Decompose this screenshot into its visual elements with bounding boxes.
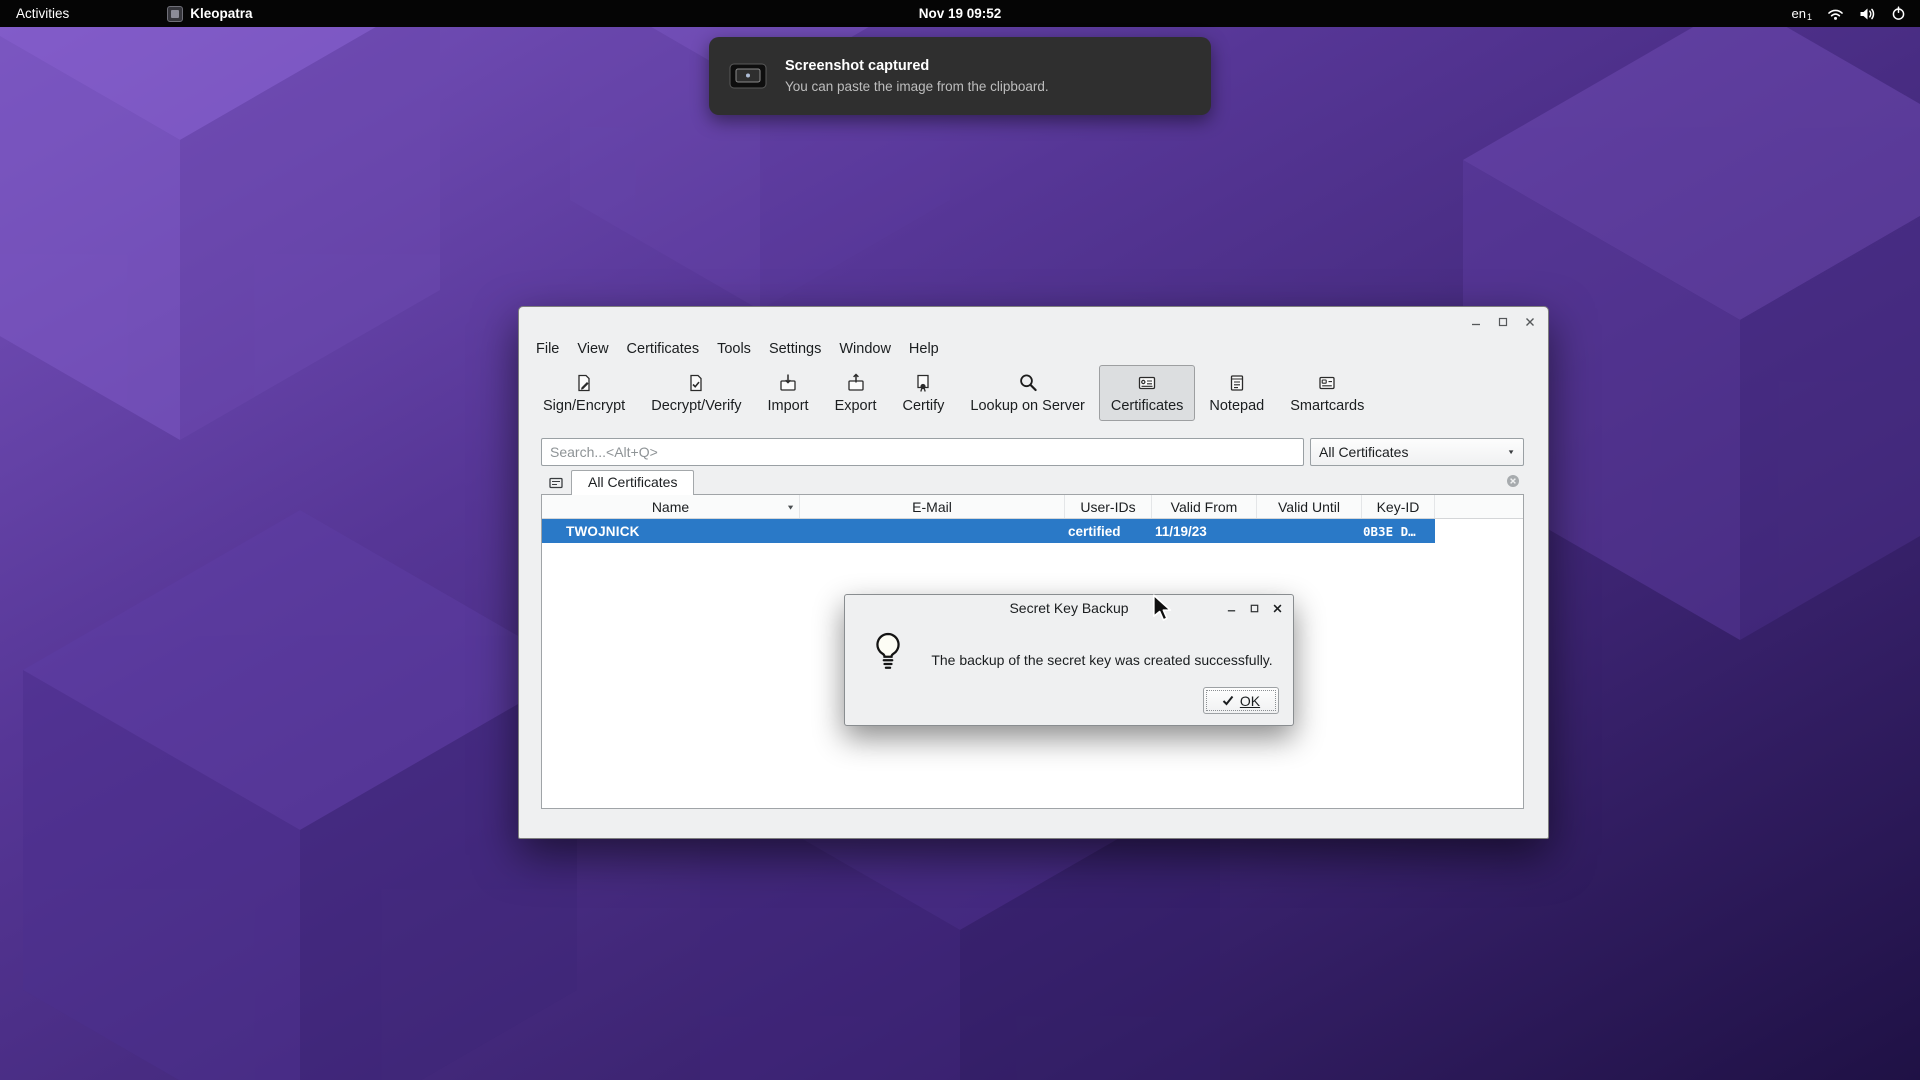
tab-bar-icon — [548, 475, 564, 491]
toolbar-label: Sign/Encrypt — [543, 398, 625, 414]
decrypt-verify-icon — [686, 373, 706, 393]
certificate-filter-select[interactable]: All Certificates ▼ — [1310, 438, 1524, 466]
menu-settings[interactable]: Settings — [760, 337, 830, 361]
search-row: All Certificates ▼ — [541, 438, 1524, 466]
notification-toast[interactable]: Screenshot captured You can paste the im… — [709, 37, 1211, 115]
lookup-search-icon — [1018, 373, 1038, 393]
dialog-message: The backup of the secret key was created… — [921, 652, 1283, 668]
export-icon — [846, 373, 866, 393]
kleopatra-window: File View Certificates Tools Settings Wi… — [518, 306, 1549, 839]
kleopatra-app-icon — [167, 6, 183, 22]
column-header-email[interactable]: E-Mail — [800, 495, 1065, 518]
search-input[interactable] — [541, 438, 1304, 466]
tab-all-certificates[interactable]: All Certificates — [571, 470, 694, 495]
desktop: { "colors": { "selection_blue": "#2a79c7… — [0, 0, 1920, 1080]
cell-valid-from: 11/19/23 — [1152, 519, 1257, 543]
cell-key-id: 0B3E D… — [1362, 519, 1435, 543]
dialog-titlebar[interactable]: Secret Key Backup — [845, 595, 1293, 622]
toolbar-label: Smartcards — [1290, 398, 1364, 414]
notepad-icon — [1227, 373, 1247, 393]
toolbar-label: Certificates — [1111, 398, 1184, 414]
tab-options-button[interactable] — [545, 472, 567, 493]
cell-valid-until — [1257, 519, 1362, 543]
notification-title: Screenshot captured — [785, 58, 1049, 74]
menu-view[interactable]: View — [568, 337, 617, 361]
menu-bar: File View Certificates Tools Settings Wi… — [527, 337, 948, 361]
activities-button[interactable]: Activities — [0, 0, 85, 27]
close-tab-button[interactable] — [1506, 474, 1520, 493]
cell-user-ids: certified — [1065, 519, 1152, 543]
toolbar-label: Certify — [902, 398, 944, 414]
toolbar-sign-encrypt[interactable]: Sign/Encrypt — [531, 365, 637, 421]
toolbar-label: Import — [767, 398, 808, 414]
column-header-user-ids[interactable]: User-IDs — [1065, 495, 1152, 518]
notification-text: Screenshot captured You can paste the im… — [785, 58, 1049, 94]
ok-button-label: OK — [1240, 693, 1260, 709]
focused-app-name: Kleopatra — [190, 6, 252, 21]
toolbar: Sign/Encrypt Decrypt/Verify Import Expor… — [531, 365, 1376, 421]
toolbar-label: Lookup on Server — [970, 398, 1084, 414]
keyboard-layout-indicator[interactable]: en1 — [1792, 6, 1812, 22]
focused-app-indicator[interactable]: Kleopatra — [157, 6, 262, 22]
dialog-controls — [1226, 603, 1283, 614]
check-icon — [1222, 695, 1234, 706]
dialog-minimize-icon[interactable] — [1226, 603, 1237, 614]
tab-bar: All Certificates — [541, 470, 1524, 495]
column-header-key-id[interactable]: Key-ID — [1362, 495, 1435, 518]
dialog-close-icon[interactable] — [1272, 603, 1283, 614]
lightbulb-icon — [873, 632, 903, 676]
toolbar-label: Notepad — [1209, 398, 1264, 414]
sort-descending-icon: ▼ — [786, 503, 795, 511]
volume-icon — [1859, 7, 1876, 21]
toolbar-smartcards[interactable]: Smartcards — [1278, 365, 1376, 421]
certify-icon — [913, 373, 933, 393]
screenshot-icon — [729, 61, 767, 91]
window-controls — [1470, 316, 1536, 328]
secret-key-backup-dialog: Secret Key Backup The backup of the secr… — [844, 594, 1294, 726]
ok-button[interactable]: OK — [1203, 687, 1279, 714]
maximize-icon[interactable] — [1497, 316, 1509, 328]
close-icon[interactable] — [1524, 316, 1536, 328]
import-icon — [778, 373, 798, 393]
column-header-name[interactable]: Name ▼ — [542, 495, 800, 518]
close-tab-icon — [1506, 474, 1520, 488]
menu-file[interactable]: File — [527, 337, 568, 361]
column-header-valid-from[interactable]: Valid From — [1152, 495, 1257, 518]
toolbar-export[interactable]: Export — [823, 365, 889, 421]
table-header: Name ▼ E-Mail User-IDs Valid From Valid … — [542, 495, 1523, 519]
cell-email — [800, 519, 1065, 543]
toolbar-decrypt-verify[interactable]: Decrypt/Verify — [639, 365, 753, 421]
toolbar-lookup-on-server[interactable]: Lookup on Server — [958, 365, 1096, 421]
toolbar-notepad[interactable]: Notepad — [1197, 365, 1276, 421]
top-bar: Activities Kleopatra Nov 19 09:52 en1 — [0, 0, 1920, 27]
menu-window[interactable]: Window — [830, 337, 900, 361]
column-header-valid-until[interactable]: Valid Until — [1257, 495, 1362, 518]
notification-body: You can paste the image from the clipboa… — [785, 79, 1049, 94]
certificates-icon — [1137, 373, 1157, 393]
menu-help[interactable]: Help — [900, 337, 948, 361]
dialog-body: The backup of the secret key was created… — [845, 622, 1293, 727]
minimize-icon[interactable] — [1470, 316, 1482, 328]
toolbar-certify[interactable]: Certify — [890, 365, 956, 421]
menu-tools[interactable]: Tools — [708, 337, 760, 361]
toolbar-label: Decrypt/Verify — [651, 398, 741, 414]
column-header-filler — [1435, 495, 1523, 518]
toolbar-import[interactable]: Import — [755, 365, 820, 421]
chevron-down-icon: ▼ — [1507, 448, 1515, 455]
certificate-filter-value: All Certificates — [1319, 444, 1408, 460]
power-icon — [1891, 6, 1906, 21]
menu-certificates[interactable]: Certificates — [618, 337, 709, 361]
window-titlebar[interactable] — [519, 307, 1548, 337]
cell-name: TWOJNICK — [542, 519, 800, 543]
smartcards-icon — [1317, 373, 1337, 393]
system-status-area[interactable]: en1 — [1778, 0, 1920, 27]
clock[interactable]: Nov 19 09:52 — [919, 6, 1002, 21]
certificate-row-selected[interactable]: TWOJNICK certified 11/19/23 0B3E D… — [542, 519, 1435, 543]
sign-encrypt-icon — [574, 373, 594, 393]
dialog-maximize-icon[interactable] — [1249, 603, 1260, 614]
toolbar-label: Export — [835, 398, 877, 414]
toolbar-certificates[interactable]: Certificates — [1099, 365, 1196, 421]
wifi-icon — [1827, 7, 1844, 21]
